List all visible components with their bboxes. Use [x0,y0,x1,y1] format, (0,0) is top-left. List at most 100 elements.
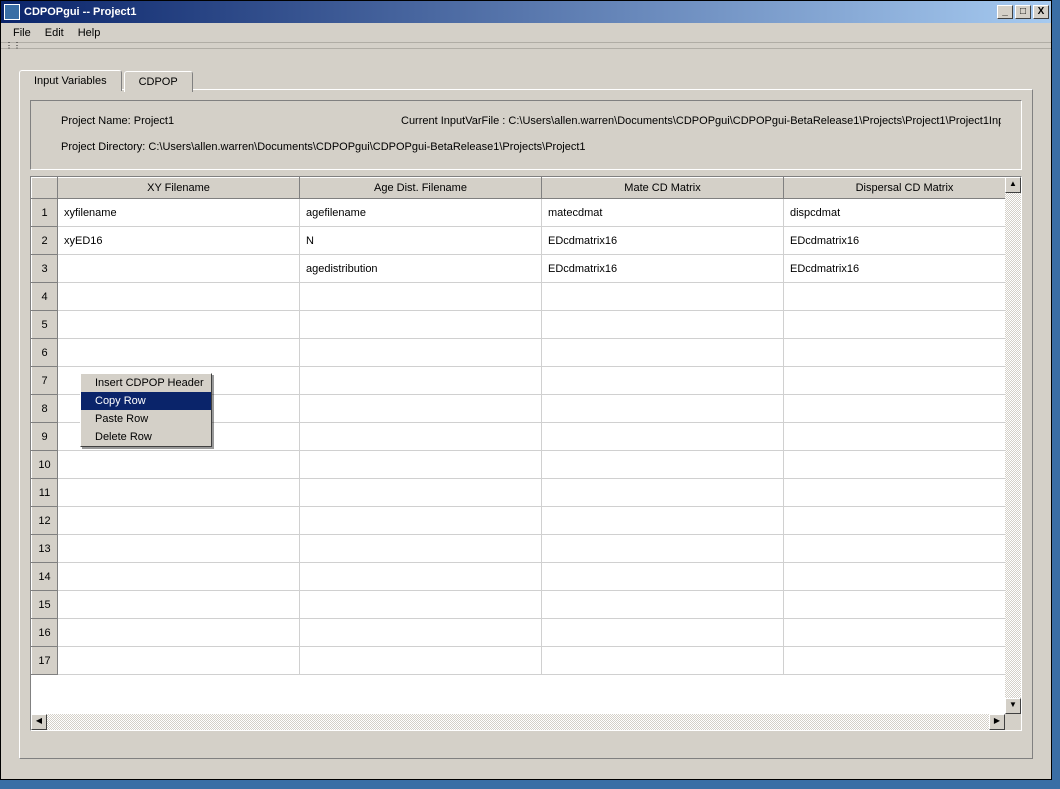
scroll-right-button[interactable]: ▶ [989,714,1005,730]
row-header[interactable]: 3 [32,255,58,283]
grid-cell[interactable]: xyfilename [58,199,300,227]
close-button[interactable]: X [1033,5,1049,19]
grid-cell[interactable] [784,423,1006,451]
grid-cell[interactable] [542,423,784,451]
table-row[interactable]: 13 [32,535,1006,563]
grid-cell[interactable]: agedistribution [300,255,542,283]
row-header[interactable]: 16 [32,619,58,647]
grid-cell[interactable] [784,339,1006,367]
table-row[interactable]: 14 [32,563,1006,591]
grid-cell[interactable] [58,283,300,311]
grid-cell[interactable] [542,283,784,311]
grid-cell[interactable] [300,507,542,535]
grid-cell[interactable] [58,647,300,675]
grid-cell[interactable] [300,367,542,395]
grid-cell[interactable] [300,395,542,423]
menu-file[interactable]: File [7,25,37,41]
row-header[interactable]: 1 [32,199,58,227]
table-row[interactable]: 3agedistributionEDcdmatrix16EDcdmatrix16 [32,255,1006,283]
grid-cell[interactable] [300,591,542,619]
scroll-up-button[interactable]: ▲ [1005,177,1021,193]
grid-cell[interactable]: dispcdmat [784,199,1006,227]
grid-cell[interactable]: EDcdmatrix16 [784,255,1006,283]
grid-cell[interactable] [542,395,784,423]
table-row[interactable]: 6 [32,339,1006,367]
menu-edit[interactable]: Edit [39,25,70,41]
grid-cell[interactable] [58,255,300,283]
grid-cell[interactable]: agefilename [300,199,542,227]
vertical-scrollbar[interactable]: ▲ ▼ [1005,177,1021,714]
tab-input-variables[interactable]: Input Variables [19,70,122,91]
grid-cell[interactable] [300,619,542,647]
row-header[interactable]: 5 [32,311,58,339]
row-header[interactable]: 12 [32,507,58,535]
grid-cell[interactable] [58,507,300,535]
grid-cell[interactable] [300,311,542,339]
table-row[interactable]: 15 [32,591,1006,619]
grid-cell[interactable] [784,591,1006,619]
table-row[interactable]: 17 [32,647,1006,675]
scroll-left-button[interactable]: ◀ [31,714,47,730]
table-row[interactable]: 4 [32,283,1006,311]
row-header[interactable]: 10 [32,451,58,479]
grid-cell[interactable]: matecdmat [542,199,784,227]
grid-cell[interactable] [300,451,542,479]
table-row[interactable]: 12 [32,507,1006,535]
row-header[interactable]: 9 [32,423,58,451]
grid-cell[interactable]: EDcdmatrix16 [542,227,784,255]
grid-cell[interactable] [542,367,784,395]
col-header[interactable]: Mate CD Matrix [542,178,784,199]
grid-cell[interactable] [58,479,300,507]
grid-cell[interactable] [300,283,542,311]
maximize-button[interactable]: □ [1015,5,1031,19]
context-menu-item[interactable]: Copy Row [81,392,211,410]
grid-cell[interactable] [542,563,784,591]
grid-cell[interactable] [58,311,300,339]
hscroll-track[interactable] [47,714,989,730]
grid-cell[interactable] [784,619,1006,647]
row-header[interactable]: 17 [32,647,58,675]
grid-cell[interactable] [58,451,300,479]
row-header[interactable]: 11 [32,479,58,507]
col-header[interactable]: Dispersal CD Matrix [784,178,1006,199]
grid-cell[interactable] [784,311,1006,339]
grid-cell[interactable] [58,563,300,591]
grid-cell[interactable] [58,619,300,647]
grid-cell[interactable] [542,339,784,367]
titlebar[interactable]: CDPOPgui -- Project1 _ □ X [1,1,1051,23]
grid-cell[interactable] [784,535,1006,563]
row-header[interactable]: 7 [32,367,58,395]
table-row[interactable]: 10 [32,451,1006,479]
grid-cell[interactable] [542,535,784,563]
row-header[interactable]: 13 [32,535,58,563]
row-header[interactable]: 6 [32,339,58,367]
table-row[interactable]: 5 [32,311,1006,339]
context-menu-item[interactable]: Paste Row [81,410,211,428]
grid-cell[interactable]: EDcdmatrix16 [784,227,1006,255]
row-header[interactable]: 2 [32,227,58,255]
table-row[interactable]: 2xyED16NEDcdmatrix16EDcdmatrix16 [32,227,1006,255]
grid-cell[interactable] [542,479,784,507]
grid-cell[interactable] [784,479,1006,507]
grid-cell[interactable]: xyED16 [58,227,300,255]
grid-cell[interactable] [300,563,542,591]
tab-cdpop[interactable]: CDPOP [124,71,193,92]
context-menu-item[interactable]: Insert CDPOP Header [81,374,211,392]
grid-cell[interactable] [300,479,542,507]
table-row[interactable]: 16 [32,619,1006,647]
grid-cell[interactable] [58,535,300,563]
scroll-down-button[interactable]: ▼ [1005,698,1021,714]
menu-help[interactable]: Help [72,25,107,41]
grid-cell[interactable] [542,311,784,339]
row-header[interactable]: 4 [32,283,58,311]
data-grid[interactable]: XY Filename Age Dist. Filename Mate CD M… [30,176,1022,731]
grid-cell[interactable] [784,451,1006,479]
row-header[interactable]: 15 [32,591,58,619]
grid-cell[interactable] [300,647,542,675]
grid-cell[interactable] [542,507,784,535]
grid-cell[interactable] [542,451,784,479]
grid-cell[interactable]: EDcdmatrix16 [542,255,784,283]
grid-cell[interactable] [542,619,784,647]
grid-cell[interactable] [300,339,542,367]
horizontal-scrollbar[interactable]: ◀ ▶ [31,714,1005,730]
